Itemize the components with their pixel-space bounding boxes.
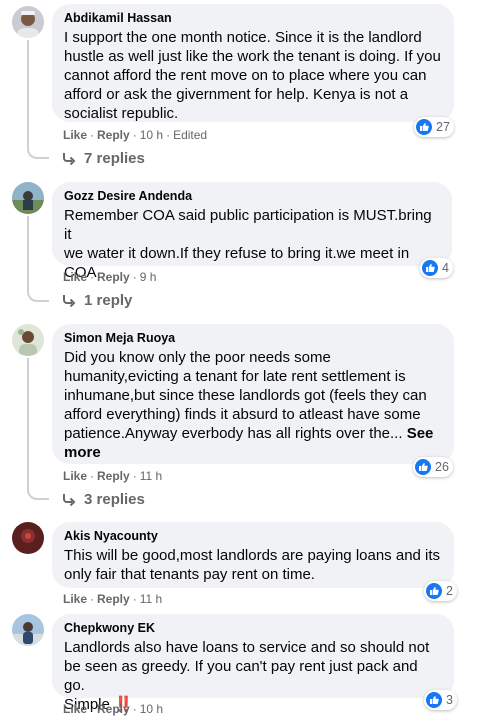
reply-link[interactable]: Reply <box>97 128 130 142</box>
thread-line <box>27 358 29 489</box>
comment-bubble: Chepkwony EK Landlords also have loans t… <box>52 614 454 713</box>
comment-time[interactable]: 9 h <box>140 270 157 284</box>
avatar[interactable] <box>12 324 44 356</box>
reply-link[interactable]: Reply <box>97 592 130 606</box>
avatar[interactable] <box>12 6 44 38</box>
comment-bubble: Abdikamil Hassan I support the one month… <box>52 4 454 122</box>
comment-actions: Like · Reply · 9 h <box>63 270 157 284</box>
comment-actions: Like · Reply · 10 h · Edited <box>63 128 208 142</box>
comment-text: Did you know only the poor needs some hu… <box>64 349 434 461</box>
reaction-count[interactable]: 26 <box>413 457 453 477</box>
view-replies-link[interactable]: 1 reply <box>62 291 132 311</box>
like-thumb-icon <box>415 459 431 475</box>
view-replies-link[interactable]: 7 replies <box>62 149 145 169</box>
comment-author[interactable]: Chepkwony EK <box>64 620 442 636</box>
reply-arrow-icon <box>62 153 76 165</box>
thread-line <box>27 216 29 291</box>
thread-curve <box>27 488 49 500</box>
like-link[interactable]: Like <box>63 702 87 716</box>
comment-time[interactable]: 10 h <box>140 128 163 142</box>
comment-time[interactable]: 11 h <box>140 469 162 483</box>
like-thumb-icon <box>422 260 438 276</box>
like-link[interactable]: Like <box>63 128 87 142</box>
comment-author[interactable]: Simon Meja Ruoya <box>64 330 442 346</box>
reaction-count[interactable]: 4 <box>420 258 453 278</box>
comment-bubble: Akis Nyacounty This will be good,most la… <box>52 522 454 588</box>
view-replies-link[interactable]: 3 replies <box>62 490 145 510</box>
thread-curve <box>27 290 49 302</box>
thread-curve <box>27 147 49 159</box>
edited-label: Edited <box>173 128 208 142</box>
avatar[interactable] <box>12 614 44 646</box>
comment-text: This will be good,most landlords are pay… <box>64 547 441 583</box>
like-link[interactable]: Like <box>63 592 87 606</box>
comment-bubble: Simon Meja Ruoya Did you know only the p… <box>52 324 454 464</box>
comment-text: I support the one month notice. Since it… <box>64 29 441 122</box>
reply-link[interactable]: Reply <box>97 702 130 716</box>
comment-bubble: Gozz Desire Andenda Remember COA said pu… <box>52 182 452 281</box>
like-thumb-icon <box>426 583 442 599</box>
comment-actions: Like · Reply · 11 h <box>63 592 163 606</box>
like-link[interactable]: Like <box>63 270 87 284</box>
comment-actions: Like · Reply · 11 h <box>63 469 163 483</box>
comment-time[interactable]: 10 h <box>140 702 163 716</box>
reply-arrow-icon <box>62 295 76 307</box>
reply-link[interactable]: Reply <box>97 469 130 483</box>
avatar[interactable] <box>12 522 44 554</box>
reply-link[interactable]: Reply <box>97 270 130 284</box>
like-link[interactable]: Like <box>63 469 87 483</box>
reaction-count[interactable]: 3 <box>424 690 457 710</box>
reaction-count[interactable]: 27 <box>414 117 454 137</box>
comment-time[interactable]: 11 h <box>140 592 162 606</box>
like-thumb-icon <box>416 119 432 135</box>
like-thumb-icon <box>426 692 442 708</box>
avatar[interactable] <box>12 182 44 214</box>
thread-line <box>27 40 29 148</box>
comment-actions: Like · Reply · 10 h <box>63 702 164 716</box>
reply-arrow-icon <box>62 494 76 506</box>
reaction-count[interactable]: 2 <box>424 581 457 601</box>
comment-author[interactable]: Akis Nyacounty <box>64 528 442 544</box>
comment-author[interactable]: Gozz Desire Andenda <box>64 188 440 204</box>
comment-author[interactable]: Abdikamil Hassan <box>64 10 442 26</box>
